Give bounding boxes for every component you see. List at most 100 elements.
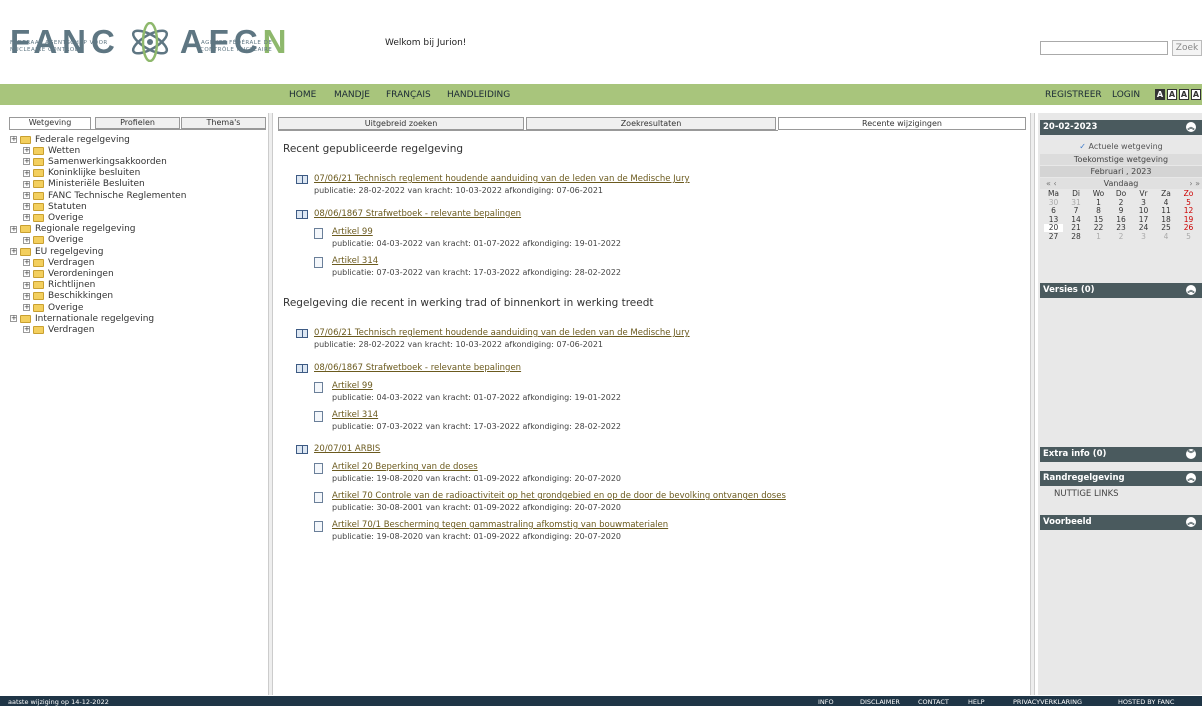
expand-toggle-icon[interactable]: + [23,281,30,289]
collapse-icon[interactable]: ︽ [1186,285,1196,295]
legislation-link[interactable]: Artikel 20 Beperking van de doses [332,462,621,473]
tree-item[interactable]: + Koninklijke besluiten [23,168,140,179]
font-size-large[interactable]: A [1179,89,1189,100]
calendar-day[interactable]: 7 [1067,207,1086,215]
footer-contact[interactable]: CONTACT [918,698,949,706]
legislation-link[interactable]: Artikel 70/1 Bescherming tegen gammastra… [332,520,668,531]
calendar-day[interactable]: 11 [1157,207,1176,215]
expand-toggle-icon[interactable]: + [23,169,30,177]
expand-toggle-icon[interactable]: + [23,236,30,244]
expand-toggle-icon[interactable]: + [10,248,17,255]
calendar-day[interactable]: 10 [1134,207,1153,215]
legislation-link[interactable]: Artikel 99 [332,227,621,238]
legislation-link[interactable]: Artikel 314 [332,256,621,267]
tab-profielen[interactable]: Profielen [95,117,180,129]
footer-hosted[interactable]: HOSTED BY FANC [1118,698,1174,706]
calendar-next-button[interactable]: › » [1189,178,1200,189]
nav-login[interactable]: LOGIN [1112,90,1140,100]
calendar-day[interactable]: 1 [1089,233,1108,241]
nav-registreer[interactable]: REGISTREER [1045,90,1102,100]
calendar-prev-button[interactable]: « ‹ [1046,178,1057,189]
calendar-day[interactable]: 5 [1179,233,1198,241]
search-input[interactable] [1040,41,1168,55]
expand-toggle-icon[interactable]: + [23,270,30,278]
tab-uitgebreid-zoeken[interactable]: Uitgebreid zoeken [278,117,524,130]
tree-item[interactable]: + Regionale regelgeving [10,224,136,235]
calendar-day[interactable]: 6 [1044,207,1063,215]
tree-item[interactable]: + FANC Technische Reglementen [23,190,186,201]
tab-recente-wijzigingen[interactable]: Recente wijzigingen [778,117,1026,130]
tab-themas[interactable]: Thema's [181,117,266,129]
search-button[interactable]: Zoek [1172,40,1202,56]
calendar-day[interactable]: 12 [1179,207,1198,215]
nav-handleiding[interactable]: HANDLEIDING [447,90,510,100]
expand-icon[interactable]: ︾ [1186,449,1196,459]
tab-zoekresultaten[interactable]: Zoekresultaten [526,117,776,130]
expand-toggle-icon[interactable]: + [23,158,30,166]
calendar-day[interactable]: 9 [1112,207,1131,215]
randregelgeving-header[interactable]: Randregelgeving ︽ [1040,471,1202,486]
left-splitter[interactable] [268,113,273,695]
nav-mandje[interactable]: MANDJE [334,90,370,100]
legislation-link[interactable]: 07/06/21 Technisch reglement houdende aa… [314,174,690,185]
nav-home[interactable]: HOME [289,90,316,100]
expand-toggle-icon[interactable]: + [10,136,17,143]
expand-toggle-icon[interactable]: + [23,214,30,222]
font-size-medium[interactable]: A [1167,89,1177,100]
tree-item[interactable]: + Samenwerkingsakkoorden [23,156,167,167]
collapse-icon[interactable]: ︽ [1186,122,1196,132]
expand-toggle-icon[interactable]: + [10,225,17,233]
toekomstige-wetgeving-option[interactable]: Toekomstige wetgeving [1040,154,1202,165]
actuele-wetgeving-option[interactable]: ✓ Actuele wetgeving [1040,141,1202,152]
expand-toggle-icon[interactable]: + [23,304,30,311]
tree-item[interactable]: + Overige [23,212,83,223]
expand-toggle-icon[interactable]: + [23,326,30,334]
voorbeeld-header[interactable]: Voorbeeld ︽ [1040,515,1202,530]
legislation-link[interactable]: Artikel 70 Controle van de radioactivite… [332,491,786,502]
footer-info[interactable]: INFO [818,698,834,706]
tree-item[interactable]: + Statuten [23,201,87,212]
versies-header[interactable]: Versies (0) ︽ [1040,283,1202,298]
collapse-icon[interactable]: ︽ [1186,473,1196,483]
expand-toggle-icon[interactable]: + [23,147,30,155]
calendar-day[interactable]: 27 [1044,233,1063,241]
tree-item[interactable]: + Richtlijnen [23,280,95,291]
collapse-icon[interactable]: ︽ [1186,517,1196,527]
footer-disclaimer[interactable]: DISCLAIMER [860,698,900,706]
calendar-day[interactable]: 3 [1134,233,1153,241]
legislation-link[interactable]: Artikel 314 [332,410,621,421]
font-size-small[interactable]: A [1155,89,1165,100]
font-size-xlarge[interactable]: A [1191,89,1201,100]
expand-toggle-icon[interactable]: + [23,259,30,267]
nav-francais[interactable]: FRANÇAIS [386,90,431,100]
tree-item[interactable]: + Internationale regelgeving [10,313,154,324]
calendar-day[interactable]: 2 [1112,233,1131,241]
footer-help[interactable]: HELP [968,698,985,706]
date-panel-header[interactable]: 20-02-2023 ︽ [1040,120,1202,135]
right-splitter[interactable] [1030,113,1035,695]
legislation-link[interactable]: 20/07/01 ARBIS [314,444,380,455]
nuttige-links[interactable]: NUTTIGE LINKS [1040,486,1202,508]
calendar-day[interactable]: 28 [1067,233,1086,241]
expand-toggle-icon[interactable]: + [23,192,30,199]
expand-toggle-icon[interactable]: + [10,315,17,323]
expand-toggle-icon[interactable]: + [23,180,30,188]
tree-item[interactable]: + Verdragen [23,257,94,268]
legislation-link[interactable]: Artikel 99 [332,381,621,392]
tree-item[interactable]: + Verordeningen [23,268,114,279]
tree-item[interactable]: + Overige [23,302,83,313]
legislation-link[interactable]: 08/06/1867 Strafwetboek - relevante bepa… [314,209,521,220]
tab-wetgeving[interactable]: Wetgeving [9,117,91,129]
expand-toggle-icon[interactable]: + [23,203,30,211]
tree-item[interactable]: + Federale regelgeving [10,134,130,145]
expand-toggle-icon[interactable]: + [23,292,30,300]
tree-item[interactable]: + EU regelgeving [10,246,103,257]
tree-item[interactable]: + Beschikkingen [23,291,113,302]
calendar-today-button[interactable]: Vandaag [1104,179,1139,188]
footer-privacy[interactable]: PRIVACYVERKLARING [1013,698,1082,706]
extra-info-header[interactable]: Extra info (0) ︾ [1040,447,1202,462]
legislation-link[interactable]: 08/06/1867 Strafwetboek - relevante bepa… [314,363,521,374]
tree-item[interactable]: + Overige [23,235,83,246]
tree-item[interactable]: + Verdragen [23,324,94,335]
calendar-day[interactable]: 4 [1157,233,1176,241]
